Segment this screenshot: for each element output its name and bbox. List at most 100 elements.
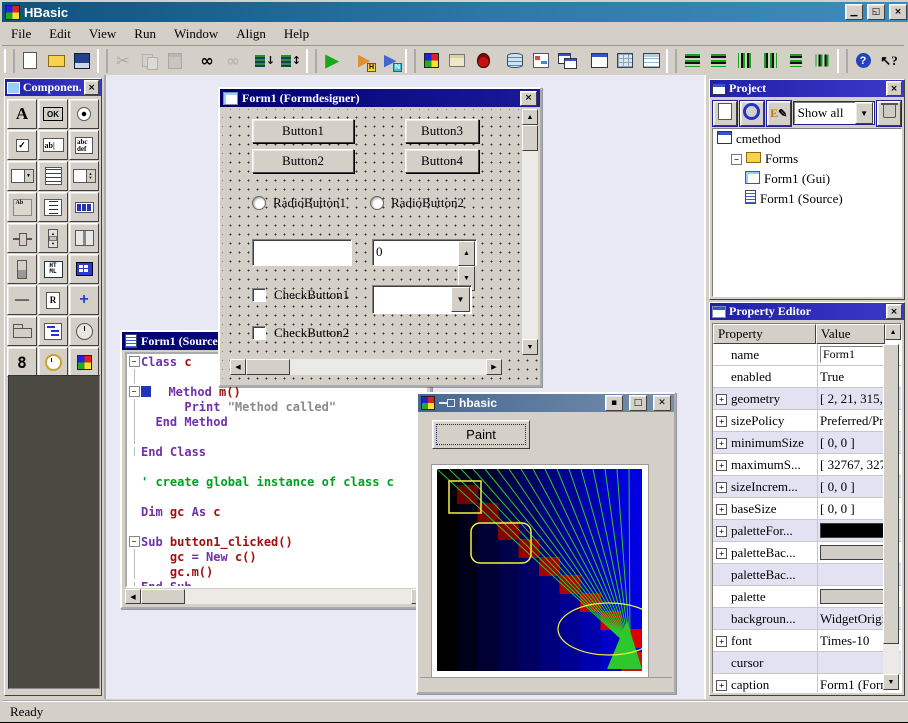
property-value[interactable]: [ 32767, 32767 ] xyxy=(817,454,887,475)
designer-textedit[interactable] xyxy=(252,239,352,266)
palette-rich-text-button[interactable]: R xyxy=(38,285,68,315)
property-value[interactable]: Preferred/Prefe... xyxy=(817,410,887,431)
component-panel-close-icon[interactable]: × xyxy=(84,80,99,95)
scroll-up-icon[interactable]: ▲ xyxy=(522,109,538,125)
component-panel-titlebar[interactable]: Componen... × xyxy=(5,79,101,96)
menu-item-edit[interactable]: Edit xyxy=(40,24,80,44)
palette-dial-button[interactable] xyxy=(69,316,99,346)
hbasic-maximize-icon[interactable]: □ xyxy=(629,395,647,411)
designer-radiobutton2[interactable]: RadioButton2 xyxy=(370,195,464,211)
palette-splitter-button[interactable] xyxy=(69,223,99,253)
hbasic-close-icon[interactable]: ✕ xyxy=(653,395,671,411)
chevron-down-icon[interactable]: ▼ xyxy=(855,102,873,124)
toolbar-grip[interactable] xyxy=(4,49,15,73)
expand-plus-icon[interactable]: + xyxy=(716,548,727,559)
property-value[interactable]: [ 2, 21, 315, 276 ] xyxy=(817,388,887,409)
formdesigner-close-icon[interactable]: × xyxy=(520,91,537,106)
palette-pixmap-button[interactable] xyxy=(69,347,99,377)
close-button[interactable]: × xyxy=(889,4,907,20)
project-panel-close-icon[interactable]: × xyxy=(886,81,902,96)
whats-this-button[interactable]: ↖? xyxy=(876,48,902,74)
table-view-button[interactable] xyxy=(638,48,664,74)
designer-vscrollbar[interactable]: ▲▼ xyxy=(522,109,538,355)
palette-progress-bar-button[interactable] xyxy=(69,192,99,222)
toolbar-grip[interactable] xyxy=(97,49,108,73)
fold-gutter[interactable] xyxy=(127,429,141,444)
scroll-thumb[interactable] xyxy=(883,344,899,644)
property-row-paletteBac[interactable]: +paletteBac... xyxy=(713,542,901,564)
fold-gutter[interactable] xyxy=(127,504,141,519)
fold-gutter[interactable] xyxy=(127,564,141,579)
property-row-sizePolicy[interactable]: +sizePolicyPreferred/Prefe... xyxy=(713,410,901,432)
tree-item-forms[interactable]: −Forms xyxy=(713,149,901,169)
find-button[interactable]: ∞ xyxy=(194,48,220,74)
fold-gutter[interactable] xyxy=(127,519,141,534)
designer-spinbox[interactable]: 0▲▼ xyxy=(372,239,477,266)
property-row-minimumSize[interactable]: +minimumSize[ 0, 0 ] xyxy=(713,432,901,454)
property-value[interactable]: True xyxy=(817,366,887,387)
property-value[interactable]: [ 0, 0 ] xyxy=(817,432,887,453)
align-right-button[interactable] xyxy=(705,48,731,74)
fold-minus-icon[interactable]: − xyxy=(129,386,140,397)
menu-item-help[interactable]: Help xyxy=(275,24,318,44)
toolbar-grip[interactable] xyxy=(405,49,416,73)
grid-view-button[interactable] xyxy=(612,48,638,74)
align-horizontal-button[interactable] xyxy=(783,48,809,74)
tree-item-form1-source-[interactable]: Form1 (Source) xyxy=(713,189,901,209)
align-top-button[interactable] xyxy=(731,48,757,74)
trash-button[interactable] xyxy=(877,101,901,126)
property-value[interactable] xyxy=(817,564,887,585)
property-row-name[interactable]: nameForm1 xyxy=(713,344,901,366)
property-row-maximumS[interactable]: +maximumS...[ 32767, 32767 ] xyxy=(713,454,901,476)
menu-item-align[interactable]: Align xyxy=(227,24,275,44)
palette-check-box-button[interactable]: ✓ xyxy=(7,130,37,160)
property-row-caption[interactable]: +captionForm1 (Formd... xyxy=(713,674,901,693)
paint-button[interactable]: Paint xyxy=(432,420,530,449)
designer-button1[interactable]: Button1 xyxy=(252,119,354,143)
fold-gutter[interactable] xyxy=(127,414,141,429)
scroll-down-icon[interactable]: ▼ xyxy=(883,674,899,690)
spinbox-arrows[interactable]: ▲▼ xyxy=(458,241,475,264)
palette-scroll-bar-button[interactable]: ▲▼ xyxy=(38,223,68,253)
project-panel-titlebar[interactable]: Project × xyxy=(710,80,904,97)
run-interpreter-button[interactable]: ▶N xyxy=(377,48,403,74)
palette-layout-spacer-button[interactable]: + xyxy=(69,285,99,315)
palette-timer-button[interactable] xyxy=(38,347,68,377)
fold-gutter[interactable] xyxy=(127,399,141,414)
property-row-backgroun[interactable]: backgroun...WidgetOrigin xyxy=(713,608,901,630)
align-bottom-button[interactable] xyxy=(757,48,783,74)
palette-push-button-button[interactable]: OK xyxy=(38,99,68,129)
formdesigner-canvas[interactable]: Button1Button2Button3Button4RadioButton1… xyxy=(222,109,538,383)
designer-combobox[interactable]: ▼ xyxy=(372,285,472,314)
open-file-button[interactable] xyxy=(43,48,69,74)
fold-gutter[interactable] xyxy=(127,489,141,504)
property-row-sizeIncrem[interactable]: +sizeIncrem...[ 0, 0 ] xyxy=(713,476,901,498)
palette-spin-box-button[interactable]: ▲▼ xyxy=(69,161,99,191)
fold-minus-icon[interactable]: − xyxy=(129,356,140,367)
palette-radio-button-button[interactable] xyxy=(69,99,99,129)
property-value[interactable]: Form1 (Formd... xyxy=(817,674,887,693)
menu-item-file[interactable]: File xyxy=(2,24,40,44)
expand-plus-icon[interactable]: + xyxy=(716,394,727,405)
expand-plus-icon[interactable]: + xyxy=(716,482,727,493)
palette-toggle-button[interactable] xyxy=(7,254,37,284)
property-value[interactable]: [ 0, 0 ] xyxy=(817,476,887,497)
align-vertical-button[interactable] xyxy=(809,48,835,74)
tree-item-cmethod[interactable]: cmethod xyxy=(713,129,901,149)
property-row-font[interactable]: +fontTimes-10 xyxy=(713,630,901,652)
form-view-button[interactable] xyxy=(528,48,554,74)
property-value[interactable] xyxy=(817,542,887,563)
restore-button[interactable]: ◱ xyxy=(867,4,885,20)
fold-gutter[interactable]: − xyxy=(127,354,141,369)
new-form-button[interactable] xyxy=(713,101,737,126)
hbasic-titlebar[interactable]: hbasic ▪ □ ✕ xyxy=(418,394,674,412)
property-value[interactable]: Times-10 xyxy=(817,630,887,651)
source-hscrollbar[interactable]: ◀ ▶ xyxy=(125,589,427,604)
property-editor-titlebar[interactable]: Property Editor × xyxy=(710,303,904,320)
property-row-baseSize[interactable]: +baseSize[ 0, 0 ] xyxy=(713,498,901,520)
expand-plus-icon[interactable]: + xyxy=(716,504,727,515)
fold-gutter[interactable] xyxy=(127,459,141,474)
column-header-value[interactable]: Value xyxy=(816,324,885,344)
save-file-button[interactable] xyxy=(69,48,95,74)
palette-label-button[interactable]: A xyxy=(7,99,37,129)
